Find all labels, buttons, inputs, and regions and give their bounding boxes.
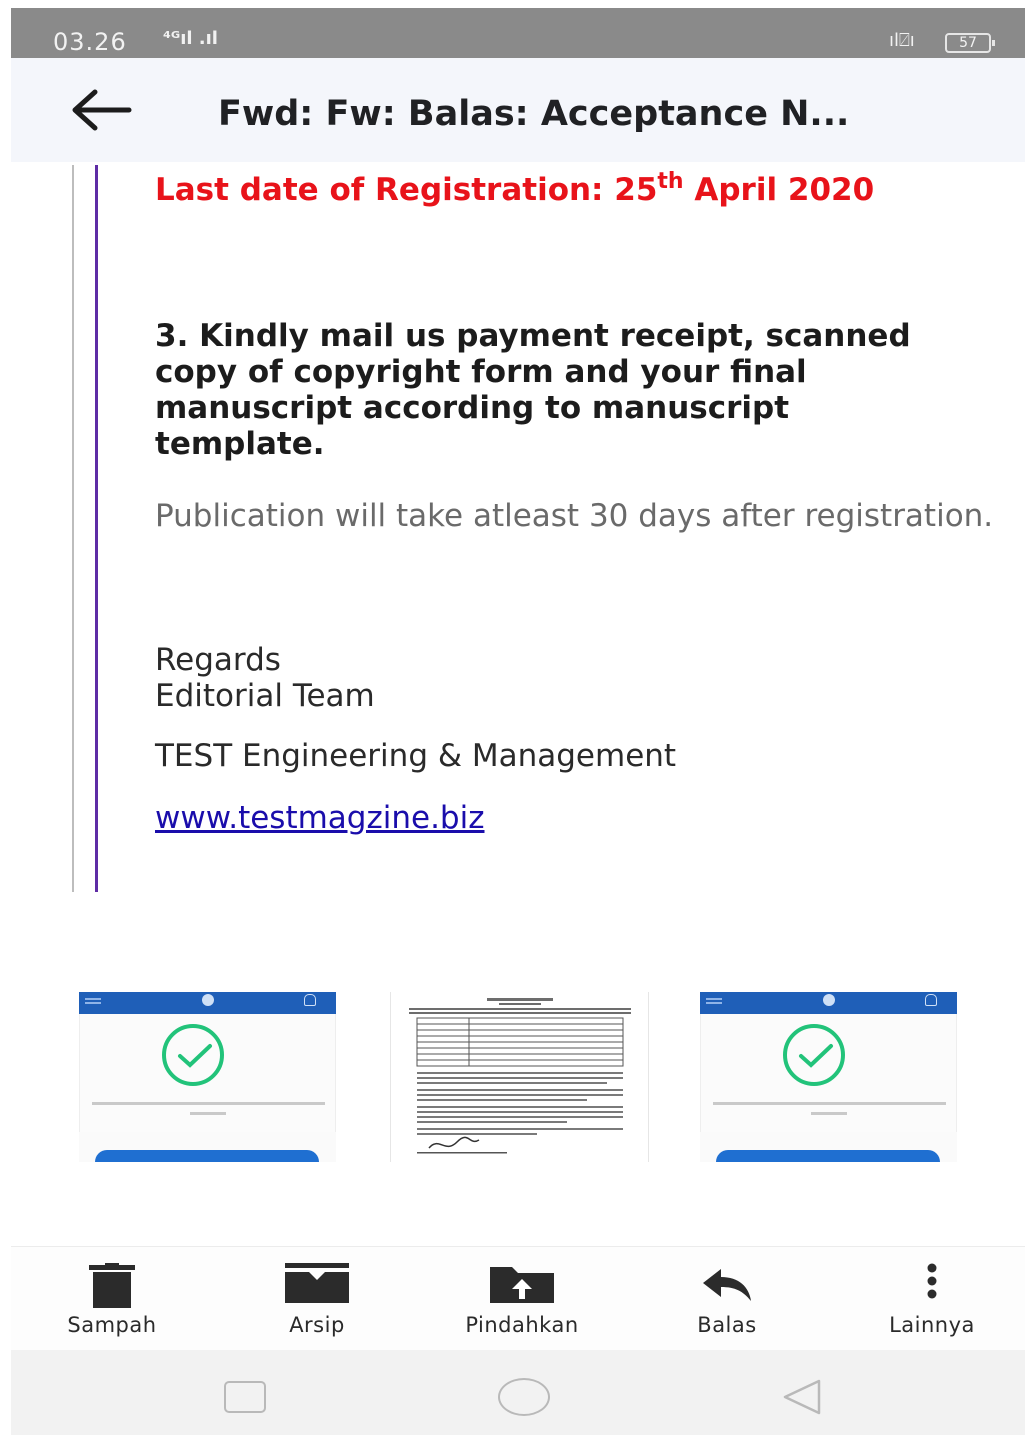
- status-time: 03.26: [53, 28, 127, 56]
- battery-icon: 57: [945, 33, 995, 53]
- receipt-body: [79, 1014, 336, 1132]
- recent-apps-icon[interactable]: [224, 1381, 266, 1413]
- delete-button[interactable]: Sampah: [11, 1247, 213, 1351]
- signature-team: Editorial Team: [155, 678, 375, 714]
- more-vertical-icon: [927, 1263, 937, 1299]
- delete-label: Sampah: [67, 1313, 157, 1337]
- check-circle-icon: [162, 1024, 224, 1086]
- email-subject: Fwd: Fw: Balas: Acceptance N...: [218, 94, 850, 134]
- archive-label: Arsip: [289, 1313, 345, 1337]
- check-circle-icon: [783, 1024, 845, 1086]
- receipt-app-bar: [700, 992, 957, 1014]
- attachment-payment-receipt-2[interactable]: [700, 992, 957, 1162]
- more-button[interactable]: Lainnya: [831, 1247, 1025, 1351]
- move-folder-icon: [490, 1267, 554, 1303]
- quote-border-outer: [72, 165, 74, 892]
- reply-icon: [703, 1269, 751, 1301]
- archive-icon: [285, 1263, 349, 1303]
- attachment-payment-receipt-1[interactable]: [79, 992, 336, 1162]
- attachment-copyright-form[interactable]: [390, 992, 649, 1162]
- publication-note: Publication will take atleast 30 days af…: [155, 498, 994, 534]
- move-label: Pindahkan: [465, 1313, 579, 1337]
- back-arrow-icon[interactable]: [69, 88, 133, 132]
- instruction-text: 3. Kindly mail us payment receipt, scann…: [155, 318, 911, 462]
- reply-button[interactable]: Balas: [626, 1247, 828, 1351]
- signal-icon: ⁴ᴳıl .ıl: [163, 28, 218, 49]
- signature-organization: TEST Engineering & Management: [155, 738, 677, 774]
- receipt-app-bar: [79, 992, 336, 1014]
- reply-label: Balas: [697, 1313, 757, 1337]
- move-button[interactable]: Pindahkan: [421, 1247, 623, 1351]
- system-nav-bar: [11, 1350, 1025, 1435]
- more-label: Lainnya: [889, 1313, 975, 1337]
- archive-button[interactable]: Arsip: [216, 1247, 418, 1351]
- nav-back-icon[interactable]: [779, 1378, 827, 1416]
- status-bar: 03.26 ⁴ᴳıl .ıl ıl⍁ı 57: [11, 8, 1025, 58]
- website-link[interactable]: www.testmagzine.biz: [155, 800, 485, 836]
- receipt-body: [700, 1014, 957, 1132]
- vibrate-icon: ıl⍁ı: [889, 30, 915, 51]
- receipt-button: [95, 1150, 319, 1162]
- receipt-button: [716, 1150, 940, 1162]
- email-header: Fwd: Fw: Balas: Acceptance N...: [11, 58, 1025, 162]
- quote-border-inner: [95, 165, 98, 892]
- email-action-bar: Sampah Arsip Pindahkan Balas Lainnya: [11, 1246, 1025, 1351]
- home-icon[interactable]: [498, 1378, 550, 1416]
- trash-icon: [89, 1263, 135, 1308]
- signature-regards: Regards: [155, 642, 281, 678]
- registration-deadline: Last date of Registration: 25th April 20…: [155, 169, 875, 209]
- document-thumbnail-icon: [409, 998, 631, 1154]
